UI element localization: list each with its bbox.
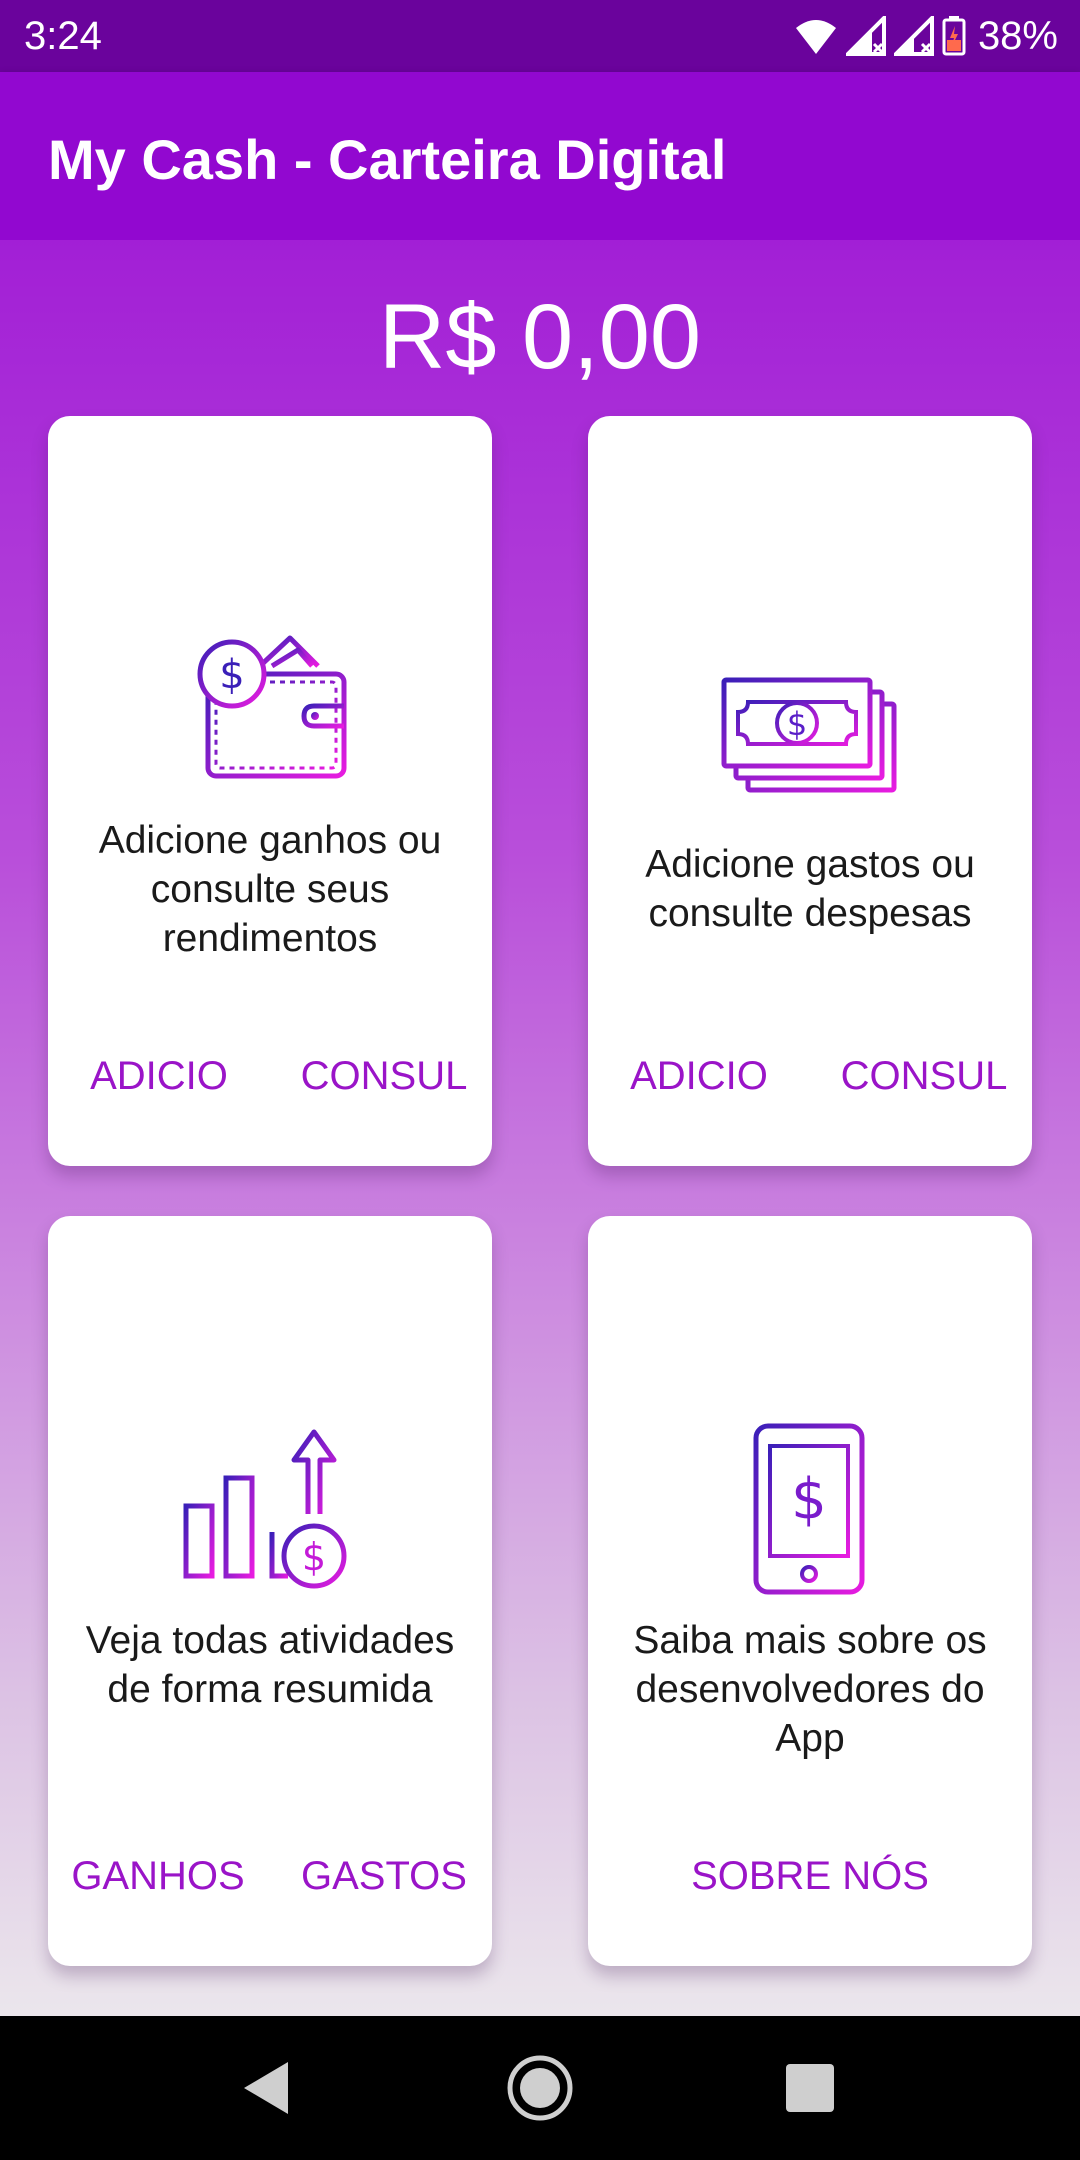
svg-text:$: $ bbox=[219, 652, 244, 698]
earnings-summary-button[interactable]: GANHOS bbox=[68, 1846, 248, 1906]
about-description: Saiba mais sobre os desenvolvedores do A… bbox=[633, 1619, 987, 1760]
about-us-button[interactable]: SOBRE NÓS bbox=[678, 1846, 942, 1906]
signal-icon bbox=[845, 16, 886, 56]
wifi-icon bbox=[794, 16, 838, 56]
svg-text:$: $ bbox=[787, 705, 807, 743]
status-bar: 3:24 38% bbox=[0, 0, 1080, 72]
summary-description: Veja todas atividades de forma resumida bbox=[85, 1619, 455, 1711]
back-icon[interactable] bbox=[230, 2052, 302, 2124]
svg-text:$: $ bbox=[302, 1535, 326, 1579]
wallet-icon: $ bbox=[48, 626, 492, 786]
screen: 3:24 38% My Cash - Carteira Digital R$ 0… bbox=[0, 0, 1080, 2160]
app-title: My Cash - Carteira Digital bbox=[48, 128, 727, 191]
add-earnings-button[interactable]: ADICIO bbox=[84, 1046, 234, 1106]
main-content: R$ 0,00 $ Adicione ganhos ou consulte se… bbox=[0, 240, 1080, 2016]
expenses-card: $ Adicione gastos ou consulte despesas A… bbox=[588, 416, 1032, 1166]
battery-icon bbox=[942, 16, 966, 56]
battery-percent: 38% bbox=[977, 14, 1058, 58]
balance-amount: R$ 0,00 bbox=[378, 286, 702, 388]
earnings-card: $ Adicione ganhos ou consulte seus rendi… bbox=[48, 416, 492, 1166]
app-bar: My Cash - Carteira Digital bbox=[0, 72, 1080, 240]
add-expense-button[interactable]: ADICIO bbox=[624, 1046, 774, 1106]
smartphone-dollar-icon: $ bbox=[588, 1422, 1032, 1598]
view-earnings-button[interactable]: CONSUL bbox=[298, 1046, 470, 1106]
view-expenses-button[interactable]: CONSUL bbox=[838, 1046, 1010, 1106]
status-icons: 38% bbox=[794, 12, 1058, 60]
expenses-description: Adicione gastos ou consulte despesas bbox=[645, 843, 975, 935]
about-card: $ Saiba mais sobre os desenvolvedores do… bbox=[588, 1216, 1032, 1966]
banknotes-icon: $ bbox=[588, 676, 1032, 796]
status-time: 3:24 bbox=[24, 14, 102, 58]
recents-icon[interactable] bbox=[774, 2052, 846, 2124]
earnings-description: Adicione ganhos ou consulte seus rendime… bbox=[98, 819, 442, 960]
signal-icon bbox=[893, 16, 934, 56]
growth-chart-icon: $ bbox=[48, 1426, 492, 1596]
summary-card: $ Veja todas atividades de forma resumid… bbox=[48, 1216, 492, 1966]
navigation-bar bbox=[0, 2016, 1080, 2160]
svg-text:$: $ bbox=[791, 1467, 827, 1532]
home-icon[interactable] bbox=[504, 2052, 576, 2124]
expenses-summary-button[interactable]: GASTOS bbox=[298, 1846, 470, 1906]
